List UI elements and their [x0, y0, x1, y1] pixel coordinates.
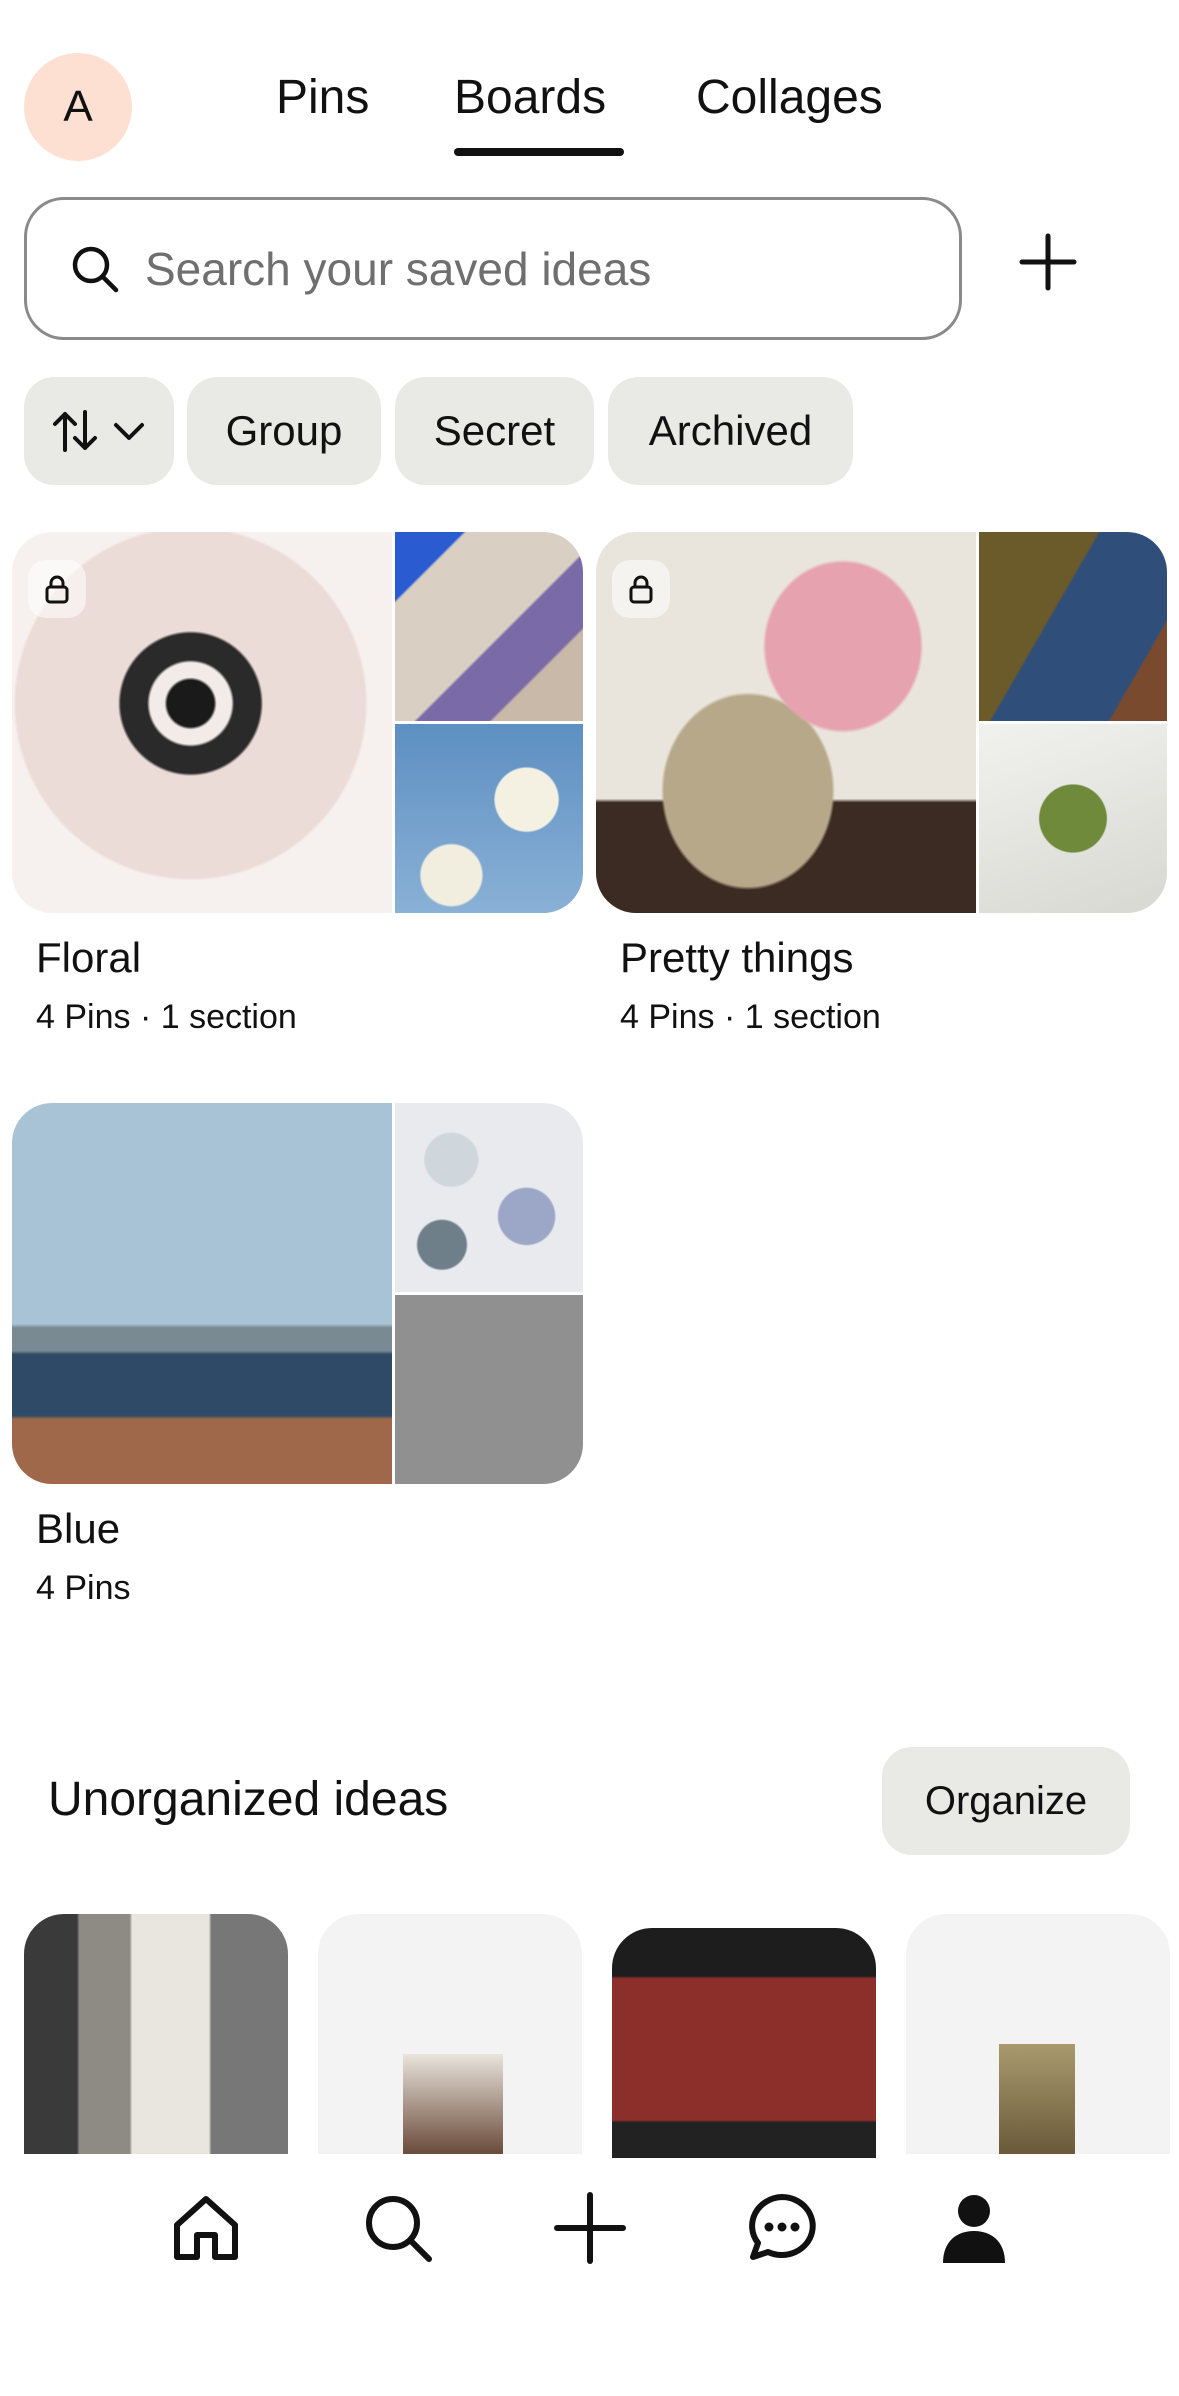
organize-button[interactable]: Organize: [882, 1747, 1130, 1855]
lock-icon: [612, 560, 670, 618]
plus-icon: [1019, 233, 1077, 291]
board-title: Blue: [36, 1505, 121, 1552]
profile-icon[interactable]: [934, 2188, 1014, 2268]
board-cover-placeholder: [395, 1295, 583, 1484]
board-cover-image: [979, 724, 1167, 913]
active-tab-indicator: [454, 148, 624, 156]
board-title: Pretty things: [620, 934, 854, 981]
tab-boards[interactable]: Boards: [454, 70, 606, 125]
search-icon: [72, 246, 119, 292]
board-floral[interactable]: Floral 4 Pins · 1 section: [12, 532, 583, 1042]
board-meta: 4 Pins · 1 section: [620, 998, 881, 1036]
board-cover: [596, 532, 1167, 913]
lock-icon: [28, 560, 86, 618]
board-cover-image: [395, 532, 583, 721]
saved-screen: A Pins Boards Collages Search your saved…: [0, 0, 1179, 2396]
board-title: Floral: [36, 934, 142, 981]
add-button[interactable]: [1008, 222, 1088, 302]
tab-bar: Pins Boards Collages: [0, 70, 1179, 160]
create-icon[interactable]: [550, 2188, 630, 2268]
sort-arrows-icon: [53, 410, 97, 452]
bottom-nav: [0, 2158, 1179, 2396]
filter-secret-chip[interactable]: Secret: [395, 377, 594, 485]
board-cover: [12, 532, 583, 913]
home-icon[interactable]: [166, 2188, 246, 2268]
messages-icon[interactable]: [742, 2188, 822, 2268]
unorganized-pin[interactable]: [906, 1914, 1170, 2154]
filter-archived-chip[interactable]: Archived: [608, 377, 853, 485]
tab-pins[interactable]: Pins: [276, 70, 369, 125]
filter-group-chip[interactable]: Group: [187, 377, 381, 485]
unorganized-pin[interactable]: [612, 1928, 876, 2168]
board-meta: 4 Pins · 1 section: [36, 998, 297, 1036]
pin-thumbnail: [403, 2054, 503, 2154]
board-pretty-things[interactable]: Pretty things 4 Pins · 1 section: [596, 532, 1167, 1042]
unorganized-pin[interactable]: [318, 1914, 582, 2154]
board-cover-image: [12, 1103, 392, 1484]
board-cover: [12, 1103, 583, 1484]
pin-thumbnail: [999, 2044, 1075, 2154]
board-blue[interactable]: Blue 4 Pins: [12, 1103, 583, 1613]
tab-collages[interactable]: Collages: [696, 70, 883, 125]
section-title: Unorganized ideas: [48, 1773, 449, 1826]
board-cover-image: [979, 532, 1167, 721]
unorganized-pin[interactable]: [24, 1914, 288, 2154]
board-meta: 4 Pins: [36, 1569, 131, 1607]
board-cover-image: [395, 1103, 583, 1292]
chevron-down-icon: [114, 423, 144, 440]
search-placeholder: Search your saved ideas: [145, 242, 652, 295]
sort-button[interactable]: [24, 377, 174, 485]
search-icon[interactable]: [358, 2188, 438, 2268]
board-cover-image: [395, 724, 583, 913]
search-input[interactable]: Search your saved ideas: [24, 197, 962, 340]
